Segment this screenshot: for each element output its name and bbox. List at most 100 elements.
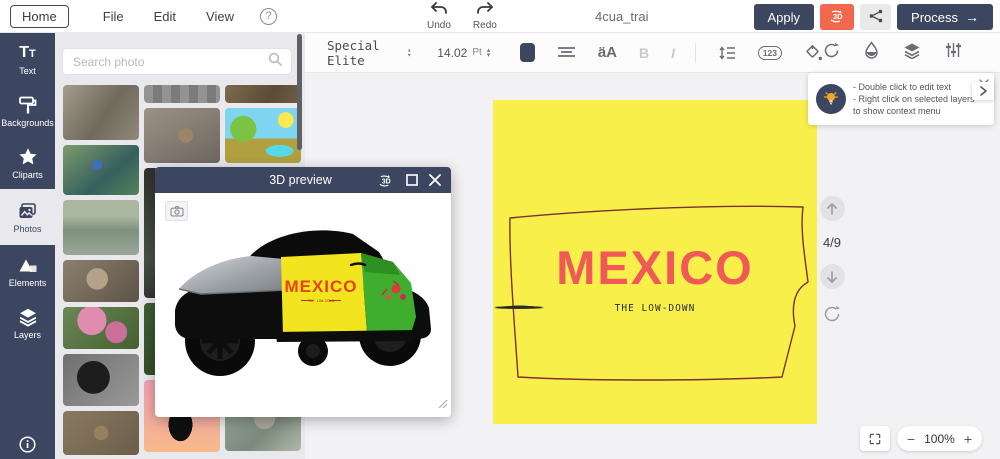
sidebar-item-label: Layers <box>14 330 41 340</box>
photo-tile-squirrel-in-bark[interactable] <box>144 108 220 163</box>
3d-car-model[interactable]: MEXICO THE LOW-DOWN <box>155 193 451 417</box>
design-title-text[interactable]: MEXICO <box>493 240 817 295</box>
menu-view[interactable]: View <box>206 9 234 24</box>
page-indicator: 4/9 <box>823 235 841 250</box>
maximize-icon[interactable] <box>406 174 418 186</box>
3d-rotate-icon[interactable]: 3D <box>376 172 395 189</box>
layers-icon <box>18 306 38 328</box>
photo-tile-squirrel-on-bench[interactable] <box>63 260 139 302</box>
process-button[interactable]: Process → <box>897 4 993 30</box>
redo-icon <box>476 2 494 20</box>
menu-file[interactable]: File <box>103 9 124 24</box>
chevron-updown-icon: ▴▾ <box>407 48 411 58</box>
rotate-button[interactable] <box>823 42 840 64</box>
sidebar-item-backgrounds[interactable]: Backgrounds <box>0 85 55 137</box>
top-header: Home File Edit View ? Undo Redo 4cua_tra… <box>0 0 1000 33</box>
preview-titlebar[interactable]: 3D preview 3D <box>155 167 451 193</box>
zoom-controls: − 100% + <box>860 426 982 451</box>
fit-screen-button[interactable] <box>860 426 890 451</box>
text-case-button[interactable]: äA <box>598 44 617 61</box>
photo-tile-wood-planks[interactable] <box>144 85 220 103</box>
text-color-swatch[interactable] <box>520 43 535 62</box>
document-title: 4cua_trai <box>595 9 648 24</box>
photo-tile-ground-bird[interactable] <box>63 411 139 455</box>
font-family-select[interactable]: Special Elite ▴▾ <box>327 38 411 68</box>
photo-tile-lake-willow[interactable] <box>63 200 139 255</box>
history-controls: Undo Redo <box>427 2 497 31</box>
font-size-control[interactable]: 14.02 Pt ▴▾ <box>437 46 490 60</box>
resize-handle[interactable] <box>438 396 448 414</box>
hint-next-button[interactable] <box>972 82 994 100</box>
photo-tile-bird-on-fence[interactable] <box>63 85 139 140</box>
svg-text:MEXICO: MEXICO <box>284 277 357 296</box>
header-actions: Apply 3D Process → <box>754 4 994 30</box>
home-button[interactable]: Home <box>10 5 69 28</box>
settings-sliders-button[interactable] <box>945 42 962 63</box>
numbering-button[interactable]: 123 <box>758 46 782 60</box>
arrow-right-icon: → <box>965 9 979 25</box>
photo-tile-cartoon-landscape[interactable] <box>225 108 301 163</box>
sidebar-item-cliparts[interactable]: Cliparts <box>0 137 55 189</box>
share-icon <box>868 8 884 27</box>
fill-color-button[interactable] <box>804 44 823 61</box>
sidebar-item-photos[interactable]: Photos <box>0 189 55 245</box>
opacity-button[interactable] <box>864 41 879 64</box>
text-icon: TT <box>19 42 36 64</box>
menu-edit[interactable]: Edit <box>154 9 176 24</box>
left-sidebar: TTText Backgrounds Cliparts Photos Elements L… <box>0 33 55 459</box>
search-input[interactable] <box>63 55 268 69</box>
preview-title: 3D preview <box>155 173 376 187</box>
undo-icon <box>430 2 448 20</box>
lightbulb-icon <box>816 84 846 114</box>
design-subtitle-text[interactable]: THE LOW-DOWN <box>615 303 696 314</box>
backgrounds-icon <box>18 94 38 116</box>
3d-rotate-icon: 3D <box>827 7 847 28</box>
page-down-button[interactable] <box>820 264 845 289</box>
cliparts-icon <box>18 146 38 168</box>
design-canvas[interactable]: MEXICO THE LOW-DOWN <box>493 100 817 424</box>
bold-button[interactable]: B <box>639 45 649 61</box>
search-icon <box>268 52 291 71</box>
share-button[interactable] <box>860 4 891 30</box>
layers-order-button[interactable] <box>903 42 921 64</box>
panel-scrollbar[interactable] <box>297 34 302 150</box>
zoom-level: 100% <box>924 432 955 446</box>
photo-tile-black-bird[interactable] <box>63 354 139 406</box>
help-icon[interactable]: ? <box>260 8 277 25</box>
italic-button[interactable]: I <box>671 45 675 61</box>
rotate-page-icon[interactable] <box>823 305 841 328</box>
zoom-out-button[interactable]: − <box>907 431 915 447</box>
design-subtitle-row: THE LOW-DOWN <box>493 303 817 314</box>
elements-icon <box>17 254 38 276</box>
menu-bar: File Edit View <box>103 9 234 24</box>
photos-icon <box>17 200 38 222</box>
3d-preview-window[interactable]: 3D preview 3D <box>155 167 451 417</box>
3d-toggle-button[interactable]: 3D <box>820 4 854 30</box>
sidebar-item-layers[interactable]: Layers <box>0 297 55 349</box>
svg-text:3D: 3D <box>382 177 391 185</box>
photo-tile-peacock[interactable] <box>63 145 139 195</box>
page-up-button[interactable] <box>820 196 845 221</box>
hint-tooltip: - Double click to edit text - Right clic… <box>808 73 994 125</box>
svg-text:3D: 3D <box>833 12 843 21</box>
sidebar-item-label: Photos <box>13 224 41 234</box>
line-height-button[interactable] <box>718 45 736 61</box>
photo-tile-pink-flowers[interactable] <box>63 307 139 349</box>
sidebar-item-label: Backgrounds <box>1 118 54 128</box>
sidebar-item-elements[interactable]: Elements <box>0 245 55 297</box>
hint-text: - Double click to edit text - Right clic… <box>853 81 975 117</box>
sidebar-item-label: Cliparts <box>12 170 43 180</box>
close-icon[interactable] <box>429 174 441 186</box>
zoom-in-button[interactable]: + <box>964 431 972 447</box>
info-icon[interactable] <box>0 436 55 453</box>
redo-button[interactable]: Redo <box>473 2 497 31</box>
design-app: Home File Edit View ? Undo Redo 4cua_tra… <box>0 0 1000 459</box>
sidebar-item-text[interactable]: TTText <box>0 33 55 85</box>
chevron-updown-icon: ▴▾ <box>487 48 491 58</box>
text-toolbar: Special Elite ▴▾ 14.02 Pt ▴▾ äA B I 123 <box>305 33 1000 73</box>
undo-button[interactable]: Undo <box>427 2 451 31</box>
align-center-button[interactable] <box>557 46 576 60</box>
page-navigation: 4/9 <box>817 196 847 328</box>
apply-button[interactable]: Apply <box>754 4 815 30</box>
photo-tile-leaf-ground[interactable] <box>225 85 301 103</box>
